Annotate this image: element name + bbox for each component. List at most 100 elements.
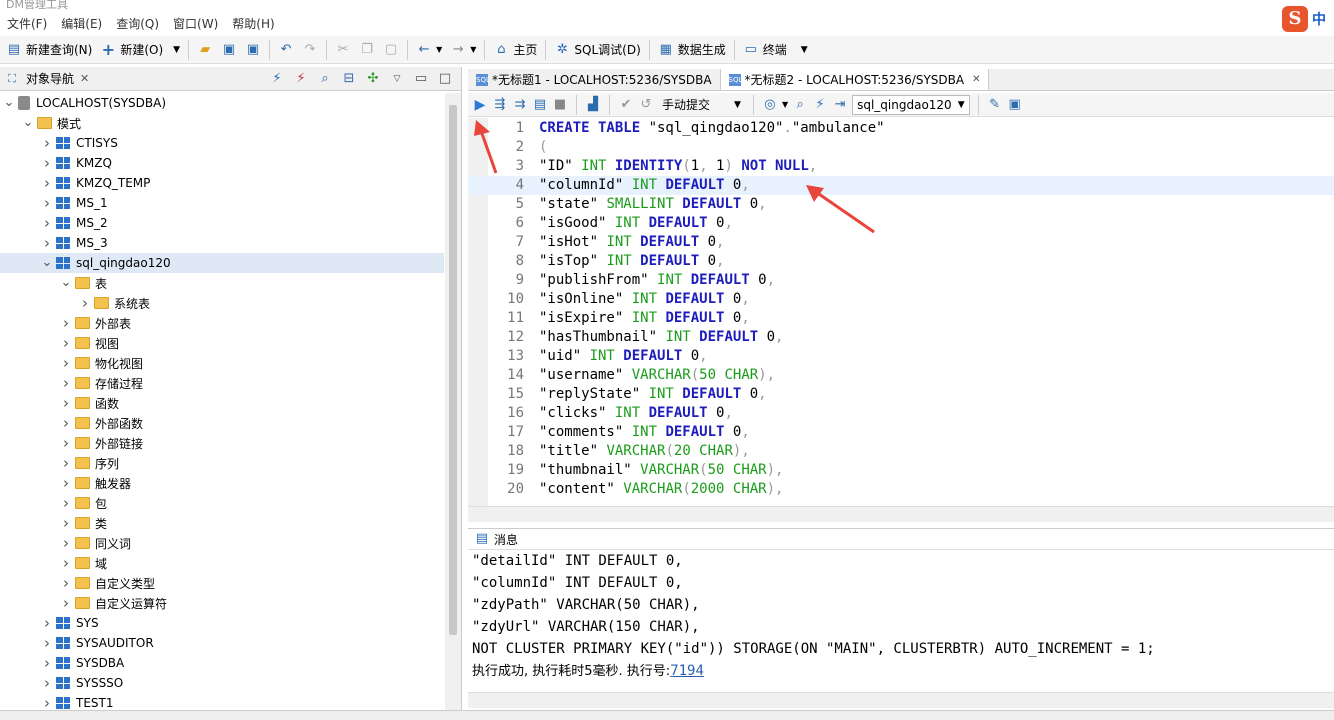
new-button[interactable]: + 新建(O) ▼ (96, 38, 184, 62)
chevron-down-icon[interactable]: ▼ (436, 45, 442, 54)
home-button[interactable]: ⌂ 主页 (489, 38, 541, 62)
scroll-thumb[interactable] (449, 105, 457, 635)
tree-node[interactable]: › 外部函数 (0, 413, 444, 433)
tree-node[interactable]: › 系统表 (0, 293, 444, 313)
open-button[interactable]: ▰ (193, 38, 217, 62)
copy-button[interactable]: ❐ (355, 38, 379, 62)
tree-node[interactable]: ⌄ 模式 (0, 113, 444, 133)
tree-node[interactable]: › SYSDBA (0, 653, 444, 673)
chevron-down-icon[interactable]: ▼ (173, 45, 180, 55)
chevron-right-icon[interactable]: › (40, 674, 54, 692)
chevron-down-icon[interactable]: ⌄ (40, 256, 54, 269)
tree-node[interactable]: › 函数 (0, 393, 444, 413)
tree-node[interactable]: › CTISYS (0, 133, 444, 153)
tree-node[interactable]: › 序列 (0, 453, 444, 473)
view-menu-icon[interactable]: ▽ (389, 71, 405, 87)
chevron-right-icon[interactable]: › (59, 314, 73, 332)
tree-node[interactable]: › MS_1 (0, 193, 444, 213)
tree-node[interactable]: › 存储过程 (0, 373, 444, 393)
chevron-right-icon[interactable]: › (59, 474, 73, 492)
tree-node[interactable]: › 外部链接 (0, 433, 444, 453)
chevron-down-icon[interactable]: ⌄ (2, 96, 16, 109)
navigator-scrollbar[interactable] (445, 93, 461, 720)
chevron-right-icon[interactable]: › (40, 234, 54, 252)
tree-node[interactable]: › SYS (0, 613, 444, 633)
chevron-right-icon[interactable]: › (40, 154, 54, 172)
back-button[interactable]: ← ▼ (412, 38, 446, 62)
tree-node[interactable]: › 视图 (0, 333, 444, 353)
paste-button[interactable]: ▢ (379, 38, 403, 62)
chevron-down-icon[interactable]: ▼ (801, 45, 808, 55)
tree-node[interactable]: › KMZQ_TEMP (0, 173, 444, 193)
chevron-right-icon[interactable]: › (59, 434, 73, 452)
export-icon[interactable]: ▤ (532, 97, 548, 113)
chevron-right-icon[interactable]: › (59, 354, 73, 372)
chevron-right-icon[interactable]: › (40, 134, 54, 152)
search-icon[interactable]: ⌕ (317, 71, 333, 87)
chevron-down-icon[interactable]: ▼ (782, 100, 788, 109)
save-all-button[interactable]: ▣ (241, 38, 265, 62)
tree-node[interactable]: › 外部表 (0, 313, 444, 333)
chevron-down-icon[interactable]: ⌄ (21, 116, 35, 129)
chevron-right-icon[interactable]: › (40, 214, 54, 232)
tree-node[interactable]: › 同义词 (0, 533, 444, 553)
tree-node[interactable]: › MS_2 (0, 213, 444, 233)
close-icon[interactable]: ✕ (972, 74, 980, 85)
settings-icon[interactable]: ▣ (1007, 97, 1023, 113)
chevron-right-icon[interactable]: › (59, 494, 73, 512)
tree-node[interactable]: › SYSAUDITOR (0, 633, 444, 653)
chevron-down-icon[interactable]: ▼ (470, 45, 476, 54)
menu-item[interactable]: 查询(Q) (109, 15, 166, 32)
terminal-button[interactable]: ▭ 终端 ▼ (739, 38, 812, 62)
disconnect-icon[interactable]: ⚡ (293, 71, 309, 87)
tree-node[interactable]: › 包 (0, 493, 444, 513)
tree-node[interactable]: ⌄ 表 (0, 273, 444, 293)
save-button[interactable]: ▣ (217, 38, 241, 62)
new-query-button[interactable]: ▤ 新建查询(N) (2, 38, 96, 62)
chevron-right-icon[interactable]: › (59, 534, 73, 552)
chevron-right-icon[interactable]: › (59, 394, 73, 412)
maximize-icon[interactable]: □ (437, 71, 453, 87)
commit-icon[interactable]: ✔ (618, 97, 634, 113)
menu-item[interactable]: 窗口(W) (166, 15, 225, 32)
commit-mode-select[interactable]: 手动提交 ▼ (658, 95, 745, 115)
messages-hscrollbar[interactable] (468, 692, 1334, 708)
execute-icon[interactable]: ▶ (472, 97, 488, 113)
ime-indicator[interactable]: S 中 (1282, 6, 1326, 32)
chevron-right-icon[interactable]: › (40, 634, 54, 652)
stop-icon[interactable]: ■ (552, 97, 568, 113)
chevron-right-icon[interactable]: › (59, 554, 73, 572)
chevron-right-icon[interactable]: › (59, 594, 73, 612)
tree-node[interactable]: › MS_3 (0, 233, 444, 253)
chevron-right-icon[interactable]: › (40, 194, 54, 212)
tab-untitled-2[interactable]: SQL *无标题2 - LOCALHOST:5236/SYSDBA ✕ (720, 69, 990, 90)
exec-number-link[interactable]: 7194 (670, 663, 704, 679)
collapse-all-icon[interactable]: ⊟ (341, 71, 357, 87)
chevron-right-icon[interactable]: › (78, 294, 92, 312)
chevron-right-icon[interactable]: › (59, 414, 73, 432)
tree-node[interactable]: › 触发器 (0, 473, 444, 493)
connect-icon[interactable]: ⚡ (269, 71, 285, 87)
tree-node[interactable]: › 物化视图 (0, 353, 444, 373)
tree-node[interactable]: ⌄ sql_qingdao120 (0, 253, 444, 273)
chevron-right-icon[interactable]: › (40, 614, 54, 632)
close-icon[interactable]: ✕ (80, 72, 89, 85)
data-gen-button[interactable]: ▦ 数据生成 (654, 38, 730, 62)
target-icon[interactable]: ◎ (762, 97, 778, 113)
format-icon[interactable]: ⚡ (812, 97, 828, 113)
sql-debug-button[interactable]: ✲ SQL调试(D) (550, 38, 644, 62)
forward-button[interactable]: → ▼ (446, 38, 480, 62)
chevron-right-icon[interactable]: › (59, 454, 73, 472)
execute-script-icon[interactable]: ⇶ (492, 97, 508, 113)
ime-language[interactable]: 中 (1312, 9, 1326, 29)
menu-item[interactable]: 帮助(H) (225, 15, 281, 32)
undo-button[interactable]: ↶ (274, 38, 298, 62)
chevron-right-icon[interactable]: › (40, 654, 54, 672)
menu-item[interactable]: 文件(F) (0, 15, 54, 32)
rollback-icon[interactable]: ↺ (638, 97, 654, 113)
link-icon[interactable]: ✣ (365, 71, 381, 87)
chevron-right-icon[interactable]: › (40, 174, 54, 192)
tab-untitled-1[interactable]: SQL *无标题1 - LOCALHOST:5236/SYSDBA (468, 69, 721, 90)
chart-icon[interactable]: ▟ (585, 97, 601, 113)
schema-select[interactable]: sql_qingdao120 ▼ (852, 94, 970, 115)
